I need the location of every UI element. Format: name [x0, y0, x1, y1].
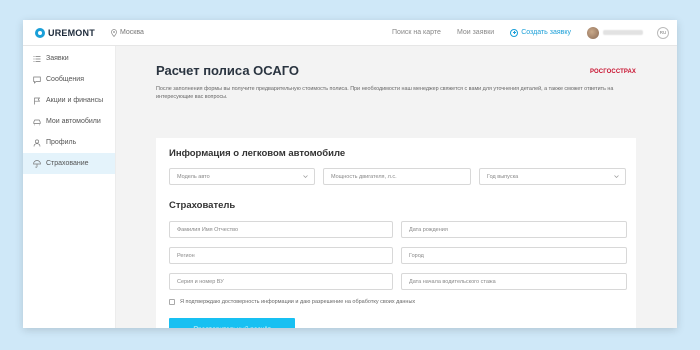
- sidebar-item-label: Заявки: [46, 55, 69, 62]
- experience-date-placeholder: Дата начала водительского стажа: [409, 278, 496, 285]
- app-window: UREMONT Москва Поиск на карте Мои заявки…: [23, 20, 677, 328]
- top-nav: Поиск на карте Мои заявки Создать заявку…: [392, 26, 677, 39]
- flag-icon: [33, 97, 41, 105]
- sidebar-item-label: Мои автомобили: [46, 118, 101, 125]
- brand-logo: РОСГОССТРАХ: [589, 68, 636, 76]
- location-pin-icon: [111, 28, 117, 37]
- my-requests-link[interactable]: Мои заявки: [457, 29, 494, 36]
- page-description: После заполнения формы вы получите предв…: [156, 86, 614, 100]
- consent-checkbox[interactable]: [169, 299, 175, 305]
- page-title: Расчет полиса ОСАГО: [156, 63, 300, 78]
- sidebar-item-promotions[interactable]: Акции и финансы: [23, 90, 115, 111]
- sidebar-item-label: Страхование: [46, 160, 89, 167]
- sidebar-item-cars[interactable]: Мои автомобили: [23, 111, 115, 132]
- sidebar-item-profile[interactable]: Профиль: [23, 132, 115, 153]
- region-input[interactable]: Регион: [169, 247, 393, 264]
- create-request-link[interactable]: Создать заявку: [510, 28, 571, 37]
- engine-power-placeholder: Мощность двигателя, л.с.: [331, 173, 397, 180]
- logo[interactable]: UREMONT: [35, 27, 105, 38]
- region-placeholder: Регион: [177, 252, 195, 259]
- full-name-placeholder: Фамилия Имя Отчество: [177, 226, 239, 233]
- plus-circle-icon: [510, 28, 519, 37]
- sidebar-item-messages[interactable]: Сообщения: [23, 69, 115, 90]
- create-request-label: Создать заявку: [521, 29, 571, 36]
- logo-text: UREMONT: [48, 27, 95, 38]
- sidebar: Заявки Сообщения Акции и финансы Мои авт…: [23, 46, 116, 328]
- title-row: Расчет полиса ОСАГО РОСГОССТРАХ: [156, 63, 636, 78]
- chevron-down-icon: [614, 175, 619, 178]
- sidebar-item-label: Профиль: [46, 139, 77, 146]
- car-model-select[interactable]: Модель авто: [169, 168, 315, 185]
- birth-date-input[interactable]: Дата рождения: [401, 221, 627, 238]
- license-input[interactable]: Серия и номер ВУ: [169, 273, 393, 290]
- user-name-blurred: [603, 30, 643, 35]
- list-icon: [33, 55, 41, 63]
- birth-date-placeholder: Дата рождения: [409, 226, 448, 233]
- consent-row: Я подтверждаю достоверность информации и…: [169, 299, 415, 305]
- insured-section-title: Страхователь: [169, 200, 236, 211]
- sidebar-item-insurance[interactable]: Страхование: [23, 153, 115, 174]
- year-select[interactable]: Год выпуска: [479, 168, 626, 185]
- full-name-input[interactable]: Фамилия Имя Отчество: [169, 221, 393, 238]
- chat-icon: [33, 76, 41, 84]
- language-switch[interactable]: RU: [657, 26, 669, 39]
- osago-form: Информация о легковом автомобиле Модель …: [156, 138, 636, 328]
- city-label: Москва: [120, 29, 144, 36]
- sidebar-item-label: Сообщения: [46, 76, 84, 83]
- submit-button[interactable]: Предварительный расчёт: [169, 318, 295, 328]
- car-icon: [33, 118, 41, 126]
- top-bar: UREMONT Москва Поиск на карте Мои заявки…: [23, 20, 677, 46]
- city-placeholder: Город: [409, 252, 424, 259]
- sidebar-item-requests[interactable]: Заявки: [23, 48, 115, 69]
- umbrella-icon: [33, 159, 41, 168]
- avatar: [587, 26, 599, 39]
- year-placeholder: Год выпуска: [487, 173, 519, 180]
- user-icon: [33, 139, 41, 147]
- user-menu[interactable]: [587, 26, 643, 39]
- engine-power-input[interactable]: Мощность двигателя, л.с.: [323, 168, 471, 185]
- experience-date-input[interactable]: Дата начала водительского стажа: [401, 273, 627, 290]
- car-section-title: Информация о легковом автомобиле: [169, 148, 346, 159]
- main-content: Расчет полиса ОСАГО РОСГОССТРАХ После за…: [116, 46, 677, 328]
- car-model-placeholder: Модель авто: [177, 173, 210, 180]
- city-input[interactable]: Город: [401, 247, 627, 264]
- consent-label: Я подтверждаю достоверность информации и…: [180, 299, 416, 305]
- sidebar-item-label: Акции и финансы: [46, 97, 104, 104]
- license-placeholder: Серия и номер ВУ: [177, 278, 224, 285]
- city-selector[interactable]: Москва: [111, 28, 144, 37]
- map-search-link[interactable]: Поиск на карте: [392, 29, 441, 36]
- chevron-down-icon: [303, 175, 308, 178]
- logo-icon: [35, 27, 45, 38]
